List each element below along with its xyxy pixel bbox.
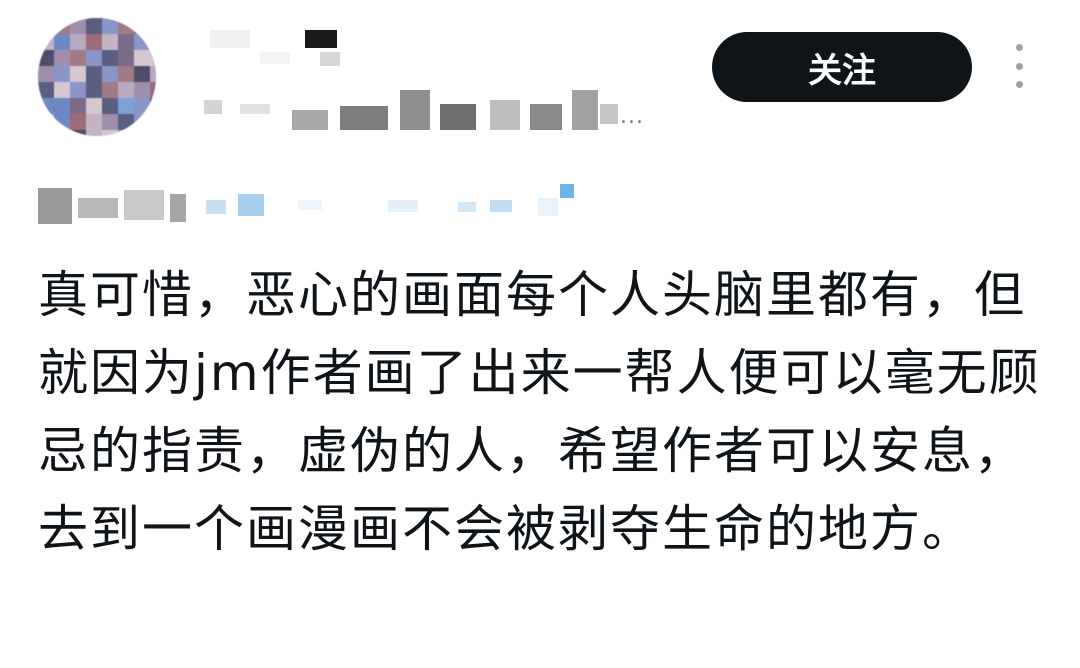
follow-button[interactable]: 关注 (712, 32, 972, 102)
avatar-pixel (102, 130, 118, 136)
avatar-pixel (134, 34, 150, 50)
avatar-pixel (70, 98, 86, 114)
avatar[interactable] (38, 18, 156, 136)
avatar-pixel (102, 50, 118, 66)
avatar-pixel (134, 114, 150, 130)
avatar-pixel (102, 114, 118, 130)
post-meta-redacted[interactable] (38, 180, 598, 228)
avatar-pixel (102, 66, 118, 82)
avatar-pixel (70, 50, 86, 66)
avatar-pixel (150, 130, 156, 136)
avatar-pixel (134, 130, 150, 136)
avatar-pixel (70, 114, 86, 130)
avatar-pixel (54, 82, 70, 98)
avatar-pixel (134, 82, 150, 98)
avatar-pixel (118, 66, 134, 82)
vertical-ellipsis-icon[interactable] (1004, 44, 1034, 88)
handle-ellipsis: ... (620, 104, 644, 129)
avatar-pixel (38, 66, 54, 82)
avatar-pixel (38, 114, 54, 130)
avatar-pixel (38, 34, 54, 50)
avatar-pixel (38, 18, 54, 34)
avatar-pixel (118, 98, 134, 114)
post-text: 真可惜，恶心的画面每个人头脑里都有，但就因为jm作者画了出来一帮人便可以毫无顾忌… (38, 266, 1041, 558)
avatar-pixel (54, 66, 70, 82)
avatar-pixel (150, 50, 156, 66)
avatar-pixel (118, 50, 134, 66)
avatar-pixel (118, 114, 134, 130)
avatar-pixel (86, 50, 102, 66)
avatar-pixel (150, 98, 156, 114)
author-handle-redacted[interactable] (200, 90, 640, 134)
avatar-pixel (54, 34, 70, 50)
avatar-pixel (86, 66, 102, 82)
avatar-pixel (118, 82, 134, 98)
avatar-pixel (134, 66, 150, 82)
avatar-pixel (86, 130, 102, 136)
avatar-pixel (70, 18, 86, 34)
avatar-pixel (102, 98, 118, 114)
avatar-pixel (70, 82, 86, 98)
avatar-pixel (118, 18, 134, 34)
avatar-pixel (86, 98, 102, 114)
avatar-pixel (54, 130, 70, 136)
avatar-pixel (150, 114, 156, 130)
avatar-pixel (102, 82, 118, 98)
avatar-pixel (54, 98, 70, 114)
avatar-pixel (86, 34, 102, 50)
avatar-pixel (86, 82, 102, 98)
avatar-pixel (38, 50, 54, 66)
avatar-pixel (150, 66, 156, 82)
avatar-pixel (70, 66, 86, 82)
avatar-pixel (118, 34, 134, 50)
avatar-pixel (54, 18, 70, 34)
avatar-pixel (70, 34, 86, 50)
avatar-pixel (134, 50, 150, 66)
avatar-pixel (86, 114, 102, 130)
avatar-pixel (38, 82, 54, 98)
avatar-pixel (38, 98, 54, 114)
avatar-pixel (150, 82, 156, 98)
avatar-pixel (102, 34, 118, 50)
author-name-redacted[interactable] (200, 22, 360, 72)
avatar-pixel (134, 98, 150, 114)
avatar-pixel (86, 18, 102, 34)
avatar-pixel (38, 130, 54, 136)
avatar-pixel (70, 130, 86, 136)
avatar-pixel (150, 34, 156, 50)
avatar-pixel (54, 114, 70, 130)
avatar-pixel (54, 50, 70, 66)
avatar-pixel (102, 18, 118, 34)
avatar-pixel (118, 130, 134, 136)
avatar-pixel (150, 18, 156, 34)
avatar-pixel (134, 18, 150, 34)
